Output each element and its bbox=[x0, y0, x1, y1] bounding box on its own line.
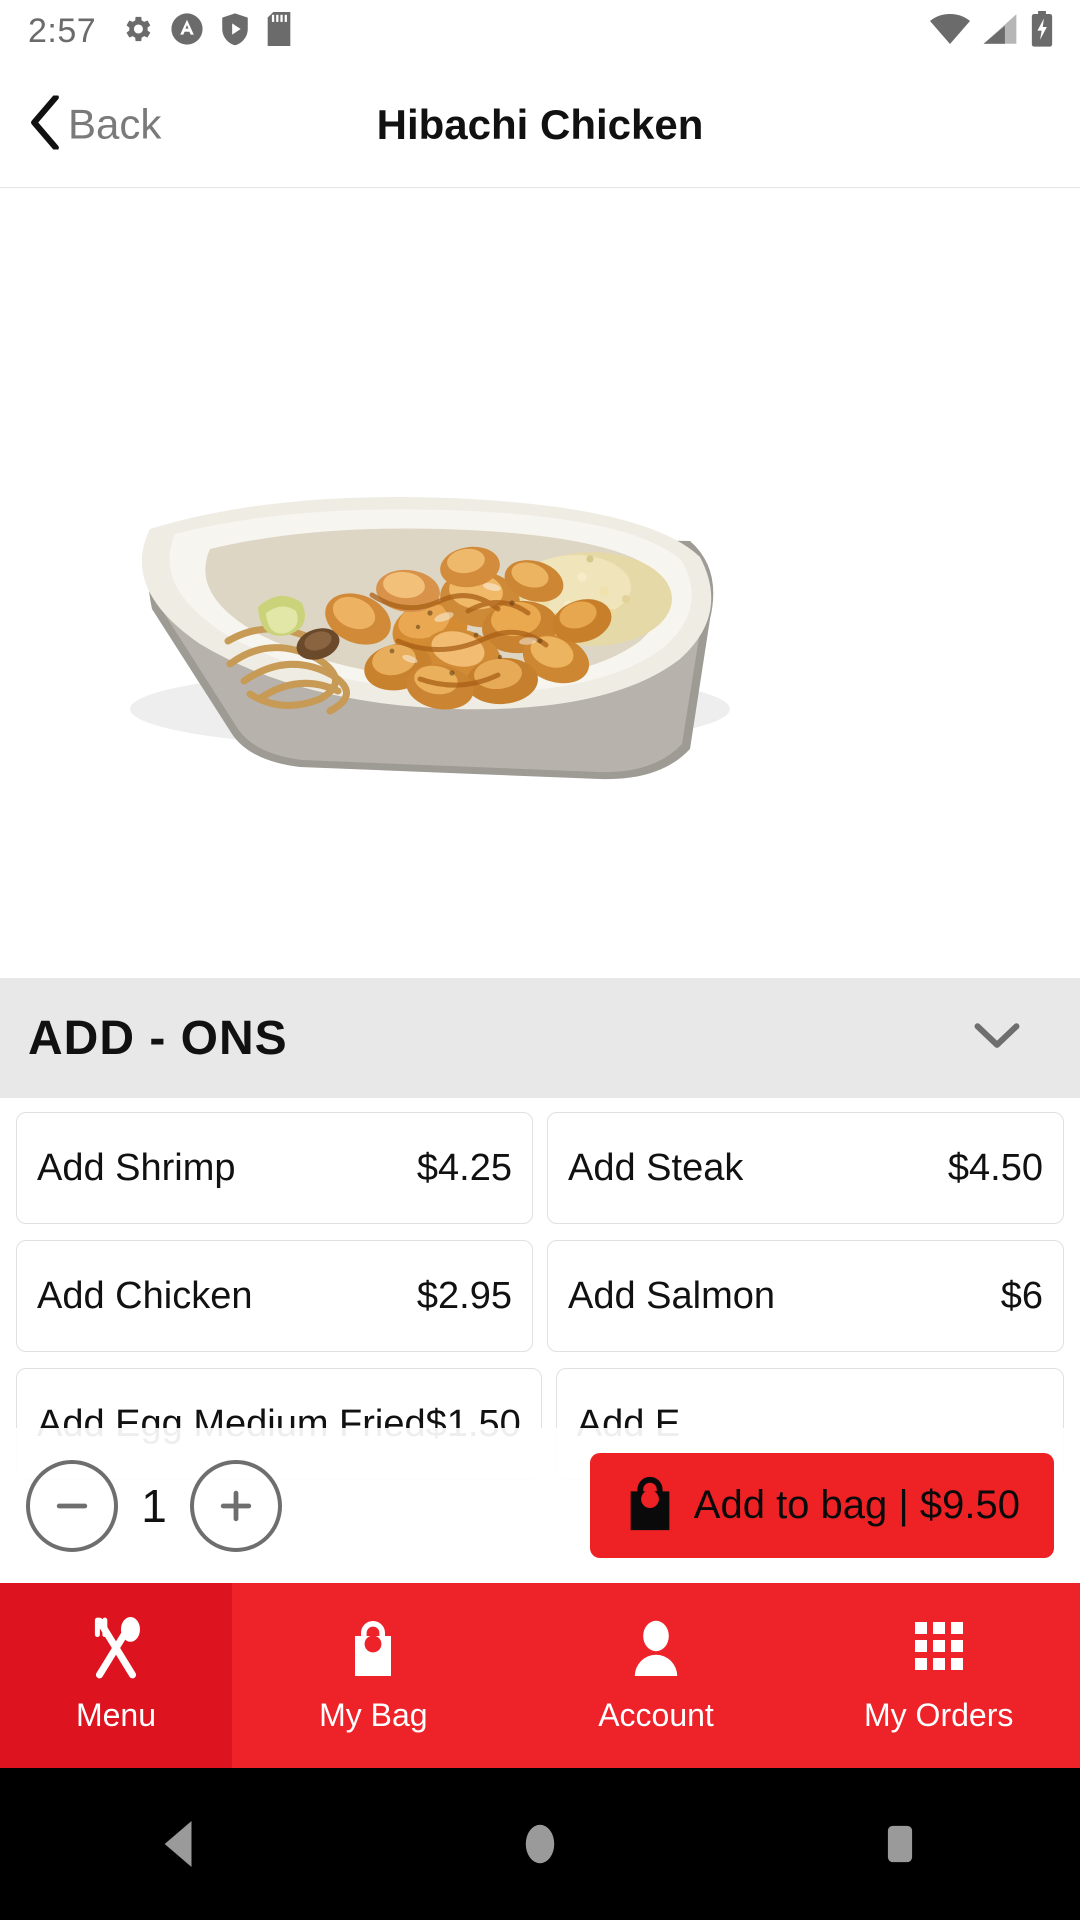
back-label: Back bbox=[68, 100, 162, 148]
back-button[interactable]: Back bbox=[28, 93, 162, 154]
system-home-button[interactable] bbox=[440, 1768, 640, 1920]
tab-account[interactable]: Account bbox=[514, 1583, 798, 1768]
tab-label: Account bbox=[598, 1697, 714, 1733]
status-bar-left-icons bbox=[120, 11, 292, 51]
addon-item-add-salmon[interactable]: Add Salmon $6 bbox=[547, 1240, 1064, 1352]
system-recents-button[interactable] bbox=[800, 1768, 1000, 1920]
addon-item-add-steak[interactable]: Add Steak $4.50 bbox=[547, 1112, 1064, 1224]
tab-my-orders[interactable]: My Orders bbox=[797, 1583, 1080, 1768]
back-triangle-icon bbox=[164, 1821, 192, 1867]
addon-name: Add Chicken bbox=[37, 1274, 253, 1317]
shopping-bag-icon bbox=[347, 1617, 399, 1679]
addon-name: Add Steak bbox=[568, 1146, 744, 1189]
cellular-signal-icon bbox=[982, 12, 1018, 51]
chevron-down-icon[interactable] bbox=[974, 1021, 1020, 1056]
hibachi-bowl-illustration bbox=[0, 189, 1080, 978]
sd-card-icon bbox=[266, 11, 292, 51]
vpn-a-icon bbox=[170, 12, 204, 51]
bottom-tab-bar: Menu My Bag Account My Orders bbox=[0, 1583, 1080, 1768]
tab-label: My Bag bbox=[319, 1697, 428, 1733]
settings-gear-icon bbox=[120, 12, 154, 51]
battery-charging-icon bbox=[1030, 10, 1054, 52]
tab-label: My Orders bbox=[864, 1697, 1014, 1733]
addon-price: $4.25 bbox=[416, 1146, 512, 1189]
addon-price: $4.50 bbox=[947, 1146, 1043, 1189]
addons-section-header[interactable]: ADD - ONS bbox=[0, 978, 1080, 1098]
add-to-bag-button[interactable]: Add to bag | $9.50 bbox=[589, 1453, 1054, 1558]
addons-row: Add Chicken $2.95 Add Salmon $6 bbox=[16, 1240, 1064, 1352]
addons-row: Add Shrimp $4.25 Add Steak $4.50 bbox=[16, 1112, 1064, 1224]
chevron-left-icon bbox=[28, 93, 62, 154]
add-to-bag-label: Add to bag | $9.50 bbox=[693, 1483, 1020, 1527]
addon-name: Add Shrimp bbox=[37, 1146, 236, 1189]
quantity-value: 1 bbox=[141, 1479, 167, 1532]
addon-name: Add Salmon bbox=[568, 1274, 776, 1317]
quantity-decrease-button[interactable] bbox=[26, 1459, 118, 1552]
bottom-action-bar: 1 Add to bag | $9.50 bbox=[0, 1428, 1080, 1583]
system-back-button[interactable] bbox=[80, 1768, 280, 1920]
page-title: Hibachi Chicken bbox=[376, 100, 704, 148]
nav-header: Back Hibachi Chicken bbox=[0, 62, 1080, 188]
status-bar-clock: 2:57 bbox=[28, 11, 97, 50]
grid-3x3-icon bbox=[913, 1617, 965, 1679]
home-circle-icon bbox=[525, 1824, 555, 1864]
person-icon bbox=[630, 1617, 682, 1679]
status-bar: 2:57 bbox=[0, 0, 1080, 62]
addon-price: $2.95 bbox=[416, 1274, 512, 1317]
plus-icon bbox=[220, 1490, 252, 1521]
quantity-increase-button[interactable] bbox=[190, 1459, 282, 1552]
shopping-bag-icon bbox=[624, 1474, 676, 1537]
tab-my-bag[interactable]: My Bag bbox=[232, 1583, 515, 1768]
android-system-nav bbox=[0, 1768, 1080, 1920]
addon-item-add-shrimp[interactable]: Add Shrimp $4.25 bbox=[16, 1112, 533, 1224]
minus-icon bbox=[56, 1503, 88, 1508]
status-bar-right-icons bbox=[930, 10, 1054, 52]
addon-price: $6 bbox=[1000, 1274, 1043, 1317]
addons-section-title: ADD - ONS bbox=[28, 1011, 288, 1065]
fork-spoon-icon bbox=[87, 1617, 145, 1679]
product-image bbox=[0, 189, 1080, 978]
quantity-stepper: 1 bbox=[26, 1459, 282, 1552]
tab-label: Menu bbox=[75, 1697, 157, 1733]
wifi-icon bbox=[930, 12, 970, 51]
recents-square-icon bbox=[887, 1825, 913, 1863]
addon-item-add-chicken[interactable]: Add Chicken $2.95 bbox=[16, 1240, 533, 1352]
play-shield-icon bbox=[220, 12, 250, 51]
app-root: 2:57 Back Hibachi Chicken ADD - ONS Add … bbox=[0, 0, 1080, 1920]
tab-menu[interactable]: Menu bbox=[0, 1583, 232, 1768]
